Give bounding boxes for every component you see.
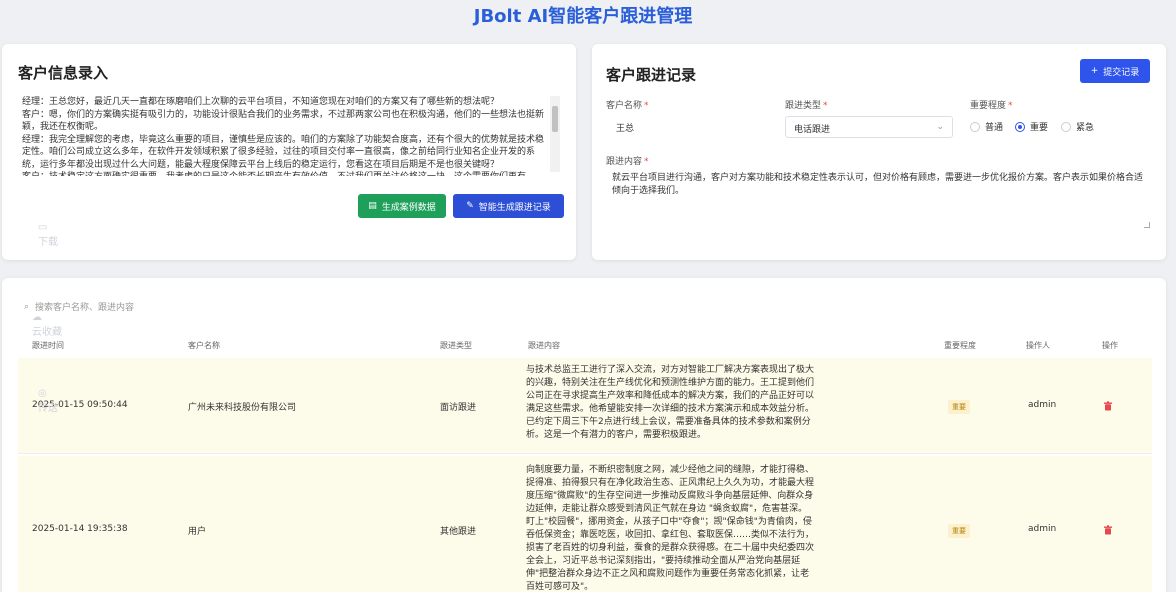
conversation-transcript[interactable]: 经理：王总您好，最近几天一直都在琢磨咱们上次聊的云平台项目，不知道您现在对咱们的… (22, 96, 560, 176)
follow-type-label: 跟进类型 * (785, 101, 828, 111)
radio-important[interactable]: 重要 (1015, 120, 1048, 133)
search-icon: ⌕ (24, 301, 30, 312)
row-type: 其他跟进 (440, 527, 477, 537)
follow-content-textarea[interactable]: 就云平台项目进行沟通，客户对方案功能和技术稳定性表示认可，但对价格有顾虑，需要进… (606, 168, 1152, 230)
smart-generate-button[interactable]: ✎ 智能生成跟进记录 (453, 194, 564, 218)
submit-record-button[interactable]: + 提交记录 (1080, 59, 1150, 83)
radio-urgent[interactable]: 紧急 (1061, 120, 1094, 133)
customer-name-input[interactable]: 王总 (616, 121, 634, 134)
importance-badge: 重要 (948, 524, 970, 538)
row-content: 向制度要力量，不断织密制度之网，减少经他之间的缝隙，才能打得稳、捉得准、拍得狠只… (526, 465, 815, 592)
radio-normal[interactable]: 普通 (970, 120, 1003, 133)
cloud-overlay-icon[interactable]: ☁ 云收藏 (32, 312, 62, 338)
importance-label: 重要程度 * (970, 101, 1013, 111)
header-customer: 客户名称 (188, 341, 220, 350)
share-overlay-icon[interactable]: ◎ 传送 (38, 388, 58, 414)
pen-icon: ✎ (466, 201, 474, 211)
row-operator: admin (1028, 524, 1057, 534)
app-title: JBolt AI智能客户跟进管理 (473, 6, 693, 27)
customer-name-label: 客户名称 * (606, 101, 649, 111)
header-time: 跟进时间 (32, 341, 64, 350)
row-customer: 广州未来科技股份有限公司 (188, 403, 297, 413)
follow-up-card: 客户跟进记录 + 提交记录 客户名称 * 王总 跟进类型 * 电话跟进 ⌄ 重要程度… (592, 44, 1166, 260)
importance-badge: 重要 (948, 400, 970, 414)
table-row: 2025-01-15 09:50:44 广州未来科技股份有限公司 面访跟进 与技… (18, 358, 1152, 454)
chevron-down-icon: ⌄ (936, 122, 944, 132)
row-time: 2025-01-14 19:35:38 (32, 524, 128, 534)
header-operator: 操作人 (1026, 341, 1050, 350)
content-label: 跟进内容 * (606, 157, 649, 167)
generate-sample-button[interactable]: ▤ 生成案例数据 (358, 194, 446, 218)
database-icon: ▤ (368, 201, 377, 211)
customer-info-title: 客户信息录入 (18, 64, 109, 82)
records-table-card: ⌕ 搜索客户名称、跟进内容 跟进时间 客户名称 跟进类型 跟进内容 重要程度 操… (2, 278, 1166, 592)
header-type: 跟进类型 (440, 341, 472, 350)
download-overlay-icon[interactable]: ▭ 下载 (38, 222, 58, 248)
row-operator: admin (1028, 400, 1057, 410)
delete-icon[interactable] (1103, 401, 1113, 411)
header-content: 跟进内容 (528, 341, 560, 350)
delete-icon[interactable] (1103, 525, 1113, 535)
resize-handle[interactable] (1144, 222, 1150, 228)
header-actions: 操作 (1102, 341, 1118, 350)
header-importance: 重要程度 (944, 341, 976, 350)
table-row: 2025-01-14 19:35:38 用户 其他跟进 向制度要力量，不断织密制… (18, 456, 1152, 592)
follow-up-title: 客户跟进记录 (606, 66, 697, 84)
transcript-scrollbar[interactable] (550, 96, 560, 172)
row-type: 面访跟进 (440, 403, 477, 413)
row-content: 与技术总监王工进行了深入交流，对方对智能工厂解决方案表现出了极大的兴趣，特别关注… (526, 365, 815, 440)
row-customer: 用户 (188, 527, 207, 537)
plus-icon: + (1090, 66, 1099, 76)
follow-type-select[interactable]: 电话跟进 ⌄ (785, 116, 953, 138)
